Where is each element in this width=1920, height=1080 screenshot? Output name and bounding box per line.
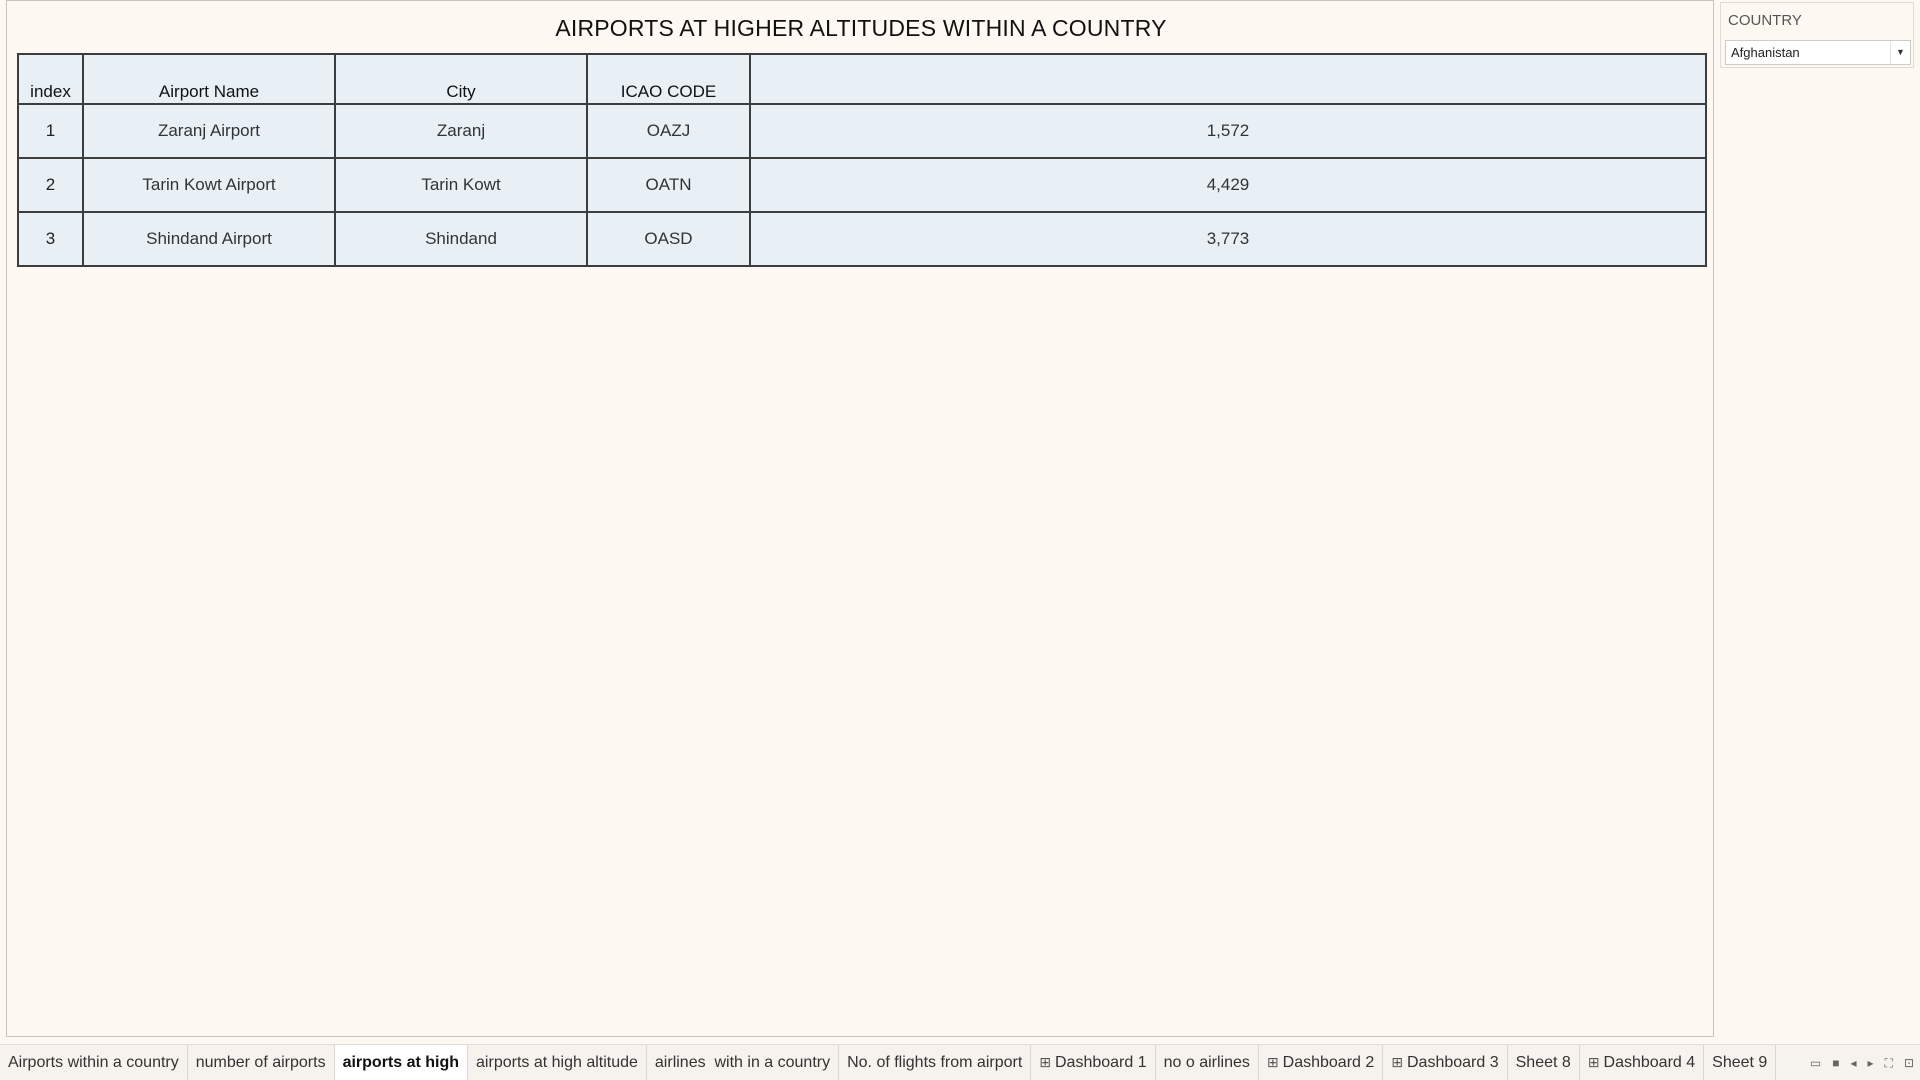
tab-label: Dashboard 1 [1055,1053,1147,1071]
filmstrip-view-icon[interactable]: ▭ [1810,1056,1821,1070]
dashboard-icon: ⊞ [1039,1054,1051,1070]
table-row[interactable]: 2 Tarin Kowt Airport Tarin Kowt OATN 4,4… [17,157,1707,213]
presentation-mode-icon[interactable]: ⊡ [1904,1056,1914,1070]
header-airport-name[interactable]: Airport Name [82,53,336,105]
sheet-tab-bar: Airports within a country number of airp… [0,1044,1920,1080]
dashboard-icon: ⊞ [1391,1054,1403,1070]
cell-airport-name: Shindand Airport [82,211,336,267]
table-row[interactable]: 1 Zaranj Airport Zaranj OAZJ 1,572 [17,103,1707,159]
dashboard-icon: ⊞ [1587,1054,1600,1070]
sheet-canvas: AIRPORTS AT HIGHER ALTITUDES WITHIN A CO… [6,0,1714,1037]
cell-index: 2 [17,157,84,213]
cell-airport-name: Tarin Kowt Airport [82,157,336,213]
cell-altitude: 1,572 [749,103,1707,159]
tab-airlines-with-in-a-country[interactable]: airlines with in a country [647,1044,840,1080]
sheet-title: AIRPORTS AT HIGHER ALTITUDES WITHIN A CO… [555,15,1167,41]
tab-dashboard-2[interactable]: ⊞ Dashboard 2 [1259,1044,1384,1080]
tab-airports-at-high-altitude[interactable]: airports at high altitude [468,1044,647,1080]
cell-city: Zaranj [334,103,588,159]
cell-icao-code: OAZJ [586,103,751,159]
tab-view-icon[interactable]: ■ [1832,1056,1839,1070]
country-dropdown[interactable]: Afghanistan ▼ [1725,40,1911,65]
tab-label: Sheet 8 [1515,1053,1571,1071]
tab-sheet-8[interactable]: Sheet 8 [1508,1044,1580,1080]
cell-altitude: 4,429 [749,157,1707,213]
tab-label: airports at high altitude [476,1053,638,1071]
scroll-right-icon[interactable]: ▸ [1868,1056,1874,1070]
airports-table: index Airport Name City ICAO CODE 1 Zara… [17,53,1707,267]
tab-dashboard-1[interactable]: ⊞ Dashboard 1 [1031,1044,1156,1080]
filter-title: COUNTRY [1728,12,1802,29]
header-icao-code[interactable]: ICAO CODE [586,53,751,105]
tableau-workbook: AIRPORTS AT HIGHER ALTITUDES WITHIN A CO… [0,0,1920,1080]
tab-sheet-9[interactable]: Sheet 9 [1704,1044,1777,1080]
tab-airports-at-high[interactable]: airports at high [334,1044,469,1080]
table-header-row: index Airport Name City ICAO CODE [17,53,1707,105]
cell-airport-name: Zaranj Airport [82,103,336,159]
tab-controls: ▭ ■ ◂ ▸ ⛶ ⊡ [1810,1045,1914,1080]
header-altitude[interactable] [749,53,1707,105]
tab-number-of-airports[interactable]: number of airports [188,1044,335,1080]
header-index[interactable]: index [17,53,84,105]
tab-label: airports at high [342,1053,460,1071]
dropdown-arrow-icon[interactable]: ▼ [1890,41,1910,64]
tab-label: Dashboard 4 [1603,1053,1696,1071]
tab-label: airlines with in a country [654,1053,831,1071]
cell-icao-code: OASD [586,211,751,267]
table-row[interactable]: 3 Shindand Airport Shindand OASD 3,773 [17,211,1707,267]
tab-label: no o airlines [1163,1053,1250,1071]
tab-label: Dashboard 3 [1407,1053,1499,1071]
cell-altitude: 3,773 [749,211,1707,267]
country-dropdown-value: Afghanistan [1731,45,1800,60]
cell-icao-code: OATN [586,157,751,213]
tab-label: number of airports [195,1053,326,1071]
fit-screen-icon[interactable]: ⛶ [1885,1056,1893,1071]
tab-dashboard-3[interactable]: ⊞ Dashboard 3 [1383,1044,1508,1080]
tab-label: Airports within a country [8,1053,179,1071]
tab-label: Dashboard 2 [1282,1053,1375,1071]
tab-label: No. of flights from airport [847,1053,1023,1071]
country-filter: COUNTRY Afghanistan ▼ [1720,2,1914,68]
cell-city: Shindand [334,211,588,267]
tab-no-o-airlines[interactable]: no o airlines [1156,1044,1259,1080]
tab-airports-within-a-country[interactable]: Airports within a country [0,1044,188,1080]
cell-index: 1 [17,103,84,159]
cell-index: 3 [17,211,84,267]
header-city[interactable]: City [334,53,588,105]
scroll-left-icon[interactable]: ◂ [1850,1056,1856,1070]
tab-label: Sheet 9 [1712,1053,1768,1071]
tab-no-of-flights-from-airport[interactable]: No. of flights from airport [839,1044,1032,1080]
tab-dashboard-4[interactable]: ⊞ Dashboard 4 [1580,1044,1705,1080]
cell-city: Tarin Kowt [334,157,588,213]
dashboard-icon: ⊞ [1266,1054,1279,1070]
